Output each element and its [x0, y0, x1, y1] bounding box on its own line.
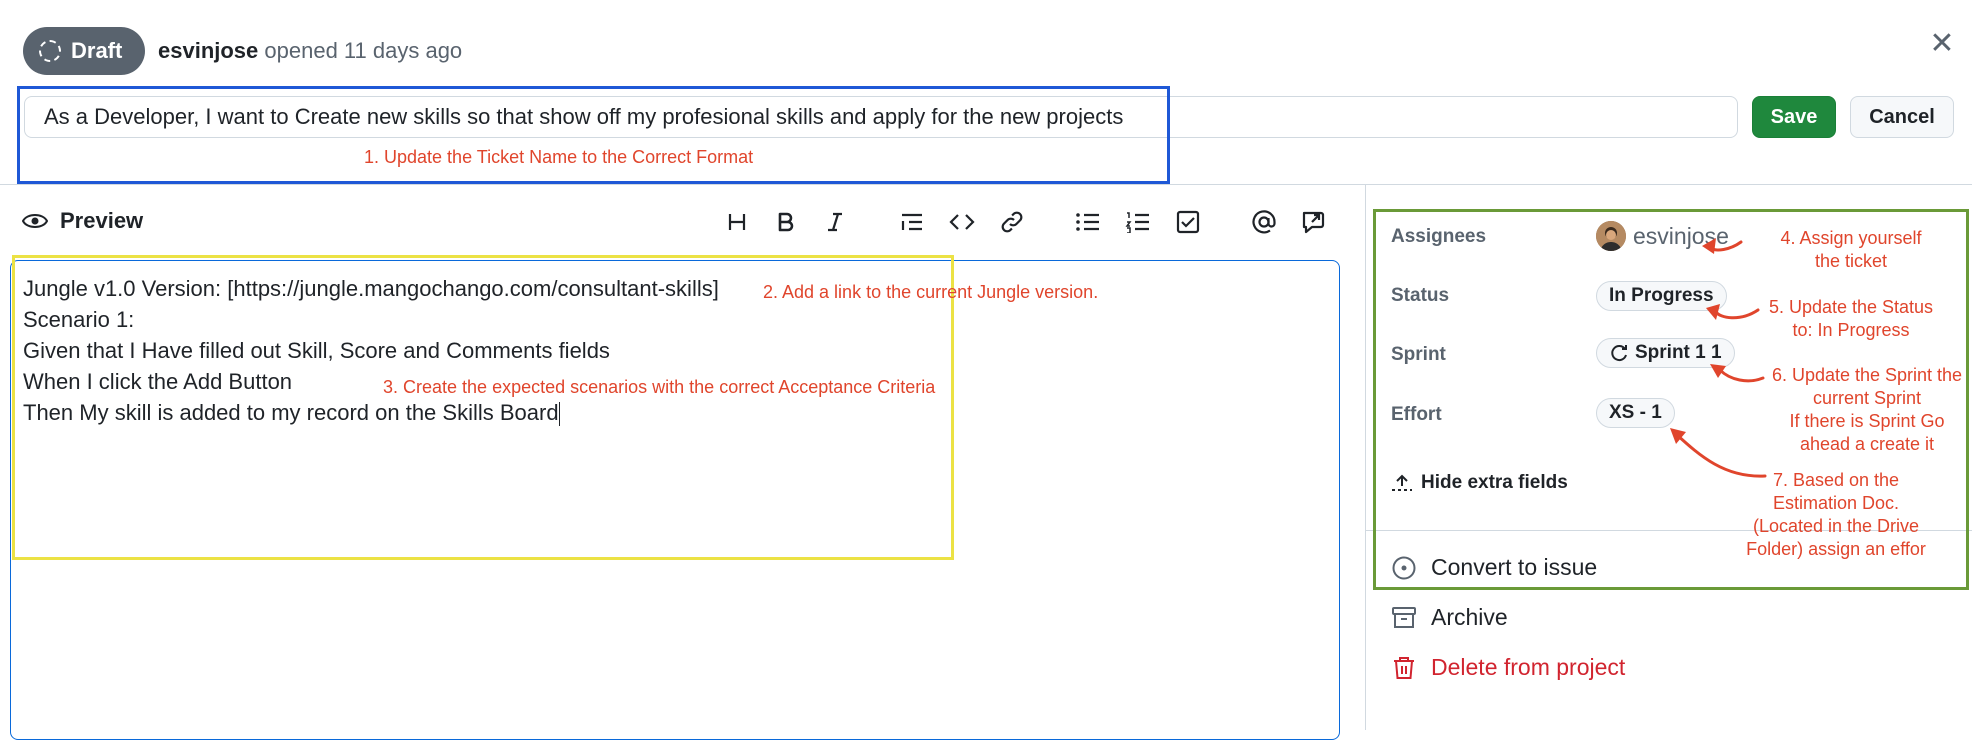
delete-label: Delete from project — [1431, 654, 1626, 680]
delete-from-project-button[interactable]: Delete from project — [1391, 654, 1625, 681]
close-icon[interactable]: ✕ — [1928, 29, 1956, 59]
annotation-7-line: 7. Based on the — [1772, 470, 1900, 490]
opened-text: opened 11 days ago — [264, 38, 463, 63]
bold-icon[interactable] — [771, 207, 801, 237]
annotation-5-line: to: In Progress — [1792, 320, 1910, 340]
annotation-7-line: Estimation Doc. — [1772, 493, 1900, 513]
annotation-box-title — [17, 86, 1170, 184]
annotation-6: 6. Update the Sprint the current Sprint … — [1763, 364, 1971, 456]
bulleted-list-icon[interactable] — [1073, 207, 1103, 237]
annotation-7: 7. Based on the Estimation Doc. (Located… — [1721, 469, 1951, 561]
status-badge: Draft — [23, 27, 145, 75]
heading-icon[interactable] — [722, 207, 752, 237]
mention-icon[interactable] — [1249, 207, 1279, 237]
task-list-icon[interactable] — [1173, 207, 1203, 237]
opened-info: esvinjose opened 11 days ago — [158, 38, 462, 64]
status-badge-label: Draft — [71, 38, 123, 63]
annotation-4-line: the ticket — [1814, 251, 1888, 271]
code-icon[interactable] — [947, 207, 977, 237]
divider — [0, 184, 1972, 185]
save-button[interactable]: Save — [1752, 96, 1836, 138]
cancel-button[interactable]: Cancel — [1850, 96, 1954, 138]
link-icon[interactable] — [997, 207, 1027, 237]
annotation-5: 5. Update the Status to: In Progress — [1751, 296, 1951, 342]
archive-label: Archive — [1431, 604, 1508, 630]
italic-icon[interactable] — [820, 207, 850, 237]
annotation-6-line: current Sprint — [1812, 388, 1922, 408]
annotation-7-line: Folder) assign an effor — [1746, 539, 1926, 559]
annotation-2: 2. Add a link to the current Jungle vers… — [763, 282, 1099, 302]
eye-icon — [22, 214, 48, 228]
annotation-4: 4. Assign yourself the ticket — [1751, 227, 1951, 273]
preview-label: Preview — [60, 208, 144, 233]
quote-icon[interactable] — [897, 207, 927, 237]
annotation-5-line: 5. Update the Status — [1768, 297, 1934, 317]
annotation-7-line: (Located in the Drive — [1752, 516, 1920, 536]
annotation-3: 3. Create the expected scenarios with th… — [383, 377, 936, 397]
divider — [1365, 184, 1366, 730]
annotation-6-line: 6. Update the Sprint the — [1771, 365, 1963, 385]
archive-icon — [1392, 606, 1416, 628]
draft-icon — [39, 40, 61, 62]
annotation-1: 1. Update the Ticket Name to the Correct… — [364, 147, 754, 167]
annotation-6-line: ahead a create it — [1799, 434, 1935, 454]
reference-icon[interactable] — [1299, 207, 1329, 237]
numbered-list-icon[interactable] — [1123, 207, 1153, 237]
tab-preview[interactable]: Preview — [22, 208, 143, 234]
author-link[interactable]: esvinjose — [158, 38, 258, 63]
annotation-4-line: 4. Assign yourself — [1780, 228, 1922, 248]
archive-button[interactable]: Archive — [1391, 604, 1508, 631]
annotation-6-line: If there is Sprint Go — [1789, 411, 1945, 431]
trash-icon — [1394, 656, 1414, 679]
